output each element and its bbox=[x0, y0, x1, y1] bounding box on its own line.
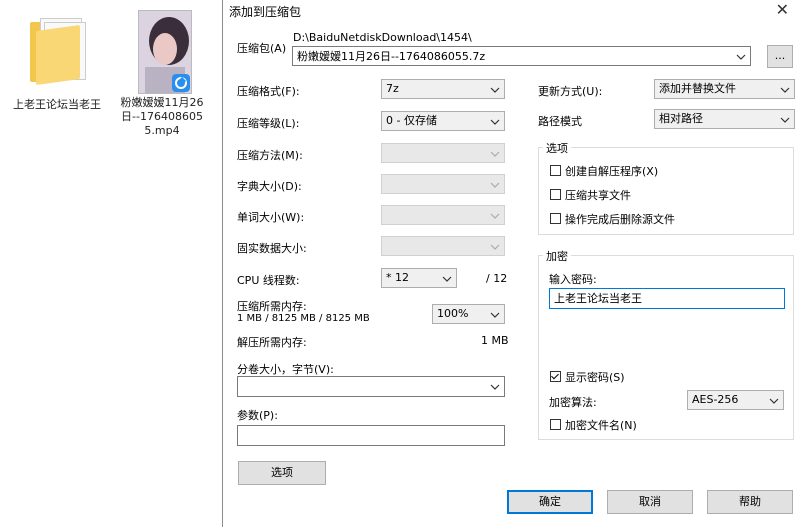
chevron-down-icon bbox=[490, 312, 500, 318]
shared-checkbox[interactable] bbox=[550, 189, 561, 200]
format-select[interactable]: 7z bbox=[381, 79, 505, 99]
split-combo[interactable] bbox=[237, 376, 505, 397]
format-value: 7z bbox=[386, 82, 399, 95]
cpu-select[interactable]: * 12 bbox=[381, 268, 457, 288]
add-to-archive-dialog: 添加到压缩包 ✕ 压缩包(A) D:\BaiduNetdiskDownload\… bbox=[222, 0, 800, 527]
archive-path: D:\BaiduNetdiskDownload\1454\ bbox=[293, 31, 472, 44]
demem-value: 1 MB bbox=[481, 334, 509, 347]
level-value: 0 - 仅存储 bbox=[386, 114, 437, 127]
level-label: 压缩等级(L): bbox=[237, 117, 300, 130]
browse-button[interactable]: ... bbox=[767, 45, 793, 68]
chevron-down-icon bbox=[490, 384, 500, 390]
folder-item[interactable]: 上老王论坛当老王 bbox=[12, 8, 102, 128]
chevron-down-icon bbox=[780, 117, 790, 123]
cpu-total: / 12 bbox=[486, 272, 508, 285]
chevron-down-icon bbox=[490, 87, 500, 93]
show-password-label[interactable]: 显示密码(S) bbox=[565, 369, 625, 385]
help-button[interactable]: 帮助 bbox=[707, 490, 793, 514]
encryption-method-value: AES-256 bbox=[692, 393, 739, 406]
dict-select[interactable] bbox=[381, 174, 505, 194]
encrypt-names-label[interactable]: 加密文件名(N) bbox=[565, 417, 637, 433]
method-select[interactable] bbox=[381, 143, 505, 163]
cpu-value: * 12 bbox=[386, 271, 409, 284]
folder-label: 上老王论坛当老王 bbox=[13, 98, 101, 111]
desktop: 上老王论坛当老王 粉嫩嫒嫒11月26日--1764086055.mp4 bbox=[0, 0, 222, 527]
mem-percent-select[interactable]: 100% bbox=[432, 304, 505, 324]
archive-name-value: 粉嫩嫒嫒11月26日--1764086055.7z bbox=[297, 50, 486, 63]
archive-name-combo[interactable]: 粉嫩嫒嫒11月26日--1764086055.7z bbox=[292, 46, 751, 66]
chevron-down-icon bbox=[442, 276, 452, 282]
mem-percent-value: 100% bbox=[437, 307, 469, 320]
options-group-label: 选项 bbox=[543, 140, 571, 156]
dialog-title: 添加到压缩包 bbox=[229, 5, 302, 19]
shared-label[interactable]: 压缩共享文件 bbox=[565, 187, 631, 203]
format-label: 压缩格式(F): bbox=[237, 85, 300, 98]
params-label: 参数(P): bbox=[237, 409, 278, 422]
word-select[interactable] bbox=[381, 205, 505, 225]
delete-source-checkbox[interactable] bbox=[550, 213, 561, 224]
mem-value: 1 MB / 8125 MB / 8125 MB bbox=[237, 313, 370, 324]
sfx-checkbox[interactable] bbox=[550, 165, 561, 176]
close-icon[interactable]: ✕ bbox=[776, 0, 789, 19]
chevron-down-icon bbox=[769, 398, 779, 404]
encrypt-names-checkbox[interactable] bbox=[550, 419, 561, 430]
video-thumbnail bbox=[138, 10, 192, 94]
path-mode-select[interactable]: 相对路径 bbox=[654, 109, 795, 129]
chevron-down-icon bbox=[490, 151, 500, 157]
video-label: 粉嫩嫒嫒11月26日--1764086055.mp4 bbox=[120, 96, 204, 137]
encryption-method-label: 加密算法: bbox=[549, 396, 597, 409]
encryption-method-select[interactable]: AES-256 bbox=[687, 390, 784, 410]
archive-label: 压缩包(A) bbox=[237, 42, 287, 55]
delete-source-label[interactable]: 操作完成后删除源文件 bbox=[565, 211, 675, 227]
app-badge-icon bbox=[172, 74, 190, 92]
password-label: 输入密码: bbox=[549, 273, 597, 286]
chevron-down-icon bbox=[490, 244, 500, 250]
update-label: 更新方式(U): bbox=[538, 85, 603, 98]
cancel-button[interactable]: 取消 bbox=[607, 490, 693, 514]
chevron-down-icon bbox=[490, 213, 500, 219]
title-bar: 添加到压缩包 ✕ bbox=[223, 0, 800, 22]
ok-button[interactable]: 确定 bbox=[507, 490, 593, 514]
dict-label: 字典大小(D): bbox=[237, 180, 302, 193]
update-value: 添加并替换文件 bbox=[659, 82, 736, 95]
cpu-label: CPU 线程数: bbox=[237, 274, 300, 287]
chevron-down-icon bbox=[490, 182, 500, 188]
update-select[interactable]: 添加并替换文件 bbox=[654, 79, 795, 99]
folder-icon bbox=[26, 14, 88, 86]
demem-label: 解压所需内存: bbox=[237, 336, 307, 349]
sfx-label[interactable]: 创建自解压程序(X) bbox=[565, 163, 658, 179]
solid-label: 固实数据大小: bbox=[237, 242, 307, 255]
word-label: 单词大小(W): bbox=[237, 211, 305, 224]
solid-select[interactable] bbox=[381, 236, 505, 256]
path-mode-label: 路径模式 bbox=[538, 115, 582, 128]
password-input[interactable]: 上老王论坛当老王 bbox=[549, 288, 785, 309]
encryption-group-label: 加密 bbox=[543, 248, 571, 264]
method-label: 压缩方法(M): bbox=[237, 149, 303, 162]
split-label: 分卷大小，字节(V): bbox=[237, 363, 334, 376]
chevron-down-icon bbox=[780, 87, 790, 93]
mem-label: 压缩所需内存: bbox=[237, 300, 307, 313]
level-select[interactable]: 0 - 仅存储 bbox=[381, 111, 505, 131]
video-item[interactable]: 粉嫩嫒嫒11月26日--1764086055.mp4 bbox=[114, 8, 210, 168]
chevron-down-icon bbox=[490, 119, 500, 125]
path-mode-value: 相对路径 bbox=[659, 112, 703, 125]
chevron-down-icon bbox=[736, 54, 746, 60]
params-input[interactable] bbox=[237, 425, 505, 446]
options-button[interactable]: 选项 bbox=[238, 461, 326, 485]
show-password-checkbox[interactable] bbox=[550, 371, 561, 382]
